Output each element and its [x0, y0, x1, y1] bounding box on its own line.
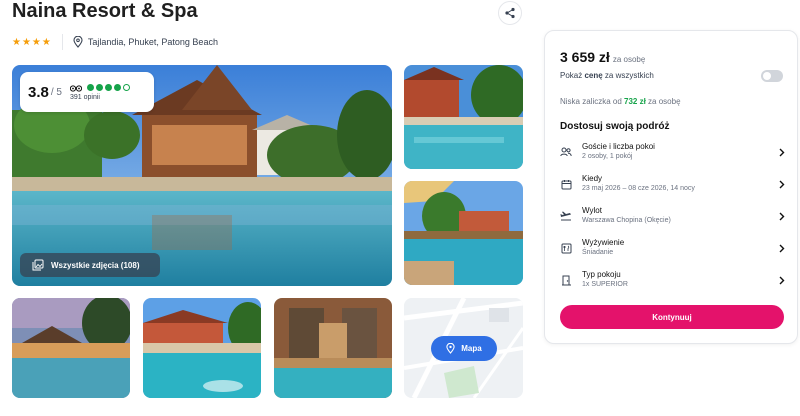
gallery-photo[interactable]	[274, 298, 392, 398]
deposit-info: Niska zaliczka od 732 zł za osobę	[560, 97, 681, 106]
option-room[interactable]: Typ pokoju 1x SUPERIOR	[559, 267, 785, 293]
option-value: 2 osoby, 1 pokój	[582, 153, 633, 160]
option-label: Wylot	[582, 206, 602, 215]
map-button[interactable]: Mapa	[431, 336, 497, 361]
option-label: Typ pokoju	[582, 270, 621, 279]
chevron-right-icon	[779, 180, 785, 189]
guests-icon	[559, 147, 573, 157]
gallery-photo[interactable]	[404, 65, 523, 169]
price-per-person: za osobę	[612, 55, 646, 64]
booking-panel: 3 659 zł za osobę Pokaż cenę za wszystki…	[544, 30, 798, 344]
option-meals[interactable]: Wyżywienie Śniadanie	[559, 235, 785, 261]
option-value: Śniadanie	[582, 249, 614, 256]
rating-scale: / 5	[50, 86, 62, 98]
rating-dots	[69, 84, 130, 92]
chevron-right-icon	[779, 276, 785, 285]
hotel-meta: ★★★★ Tajlandia, Phuket, Patong Beach	[12, 34, 218, 50]
rating-dot	[104, 84, 112, 91]
plane-icon	[559, 211, 573, 221]
option-value: 1x SUPERIOR	[582, 281, 628, 288]
price: 3 659 zł	[560, 49, 610, 65]
chevron-right-icon	[779, 148, 785, 157]
gallery-photo[interactable]	[12, 298, 130, 398]
rating-dot	[95, 84, 103, 91]
share-icon	[504, 7, 516, 19]
map-label: Mapa	[461, 344, 482, 353]
option-label: Wyżywienie	[582, 238, 625, 247]
calendar-icon	[559, 179, 573, 190]
tripadvisor-icon	[69, 84, 82, 92]
option-value: 23 maj 2026 – 08 cze 2026, 14 nocy	[582, 185, 695, 192]
rating-card[interactable]: 3.8 / 5 391 opinii	[20, 72, 154, 112]
chevron-right-icon	[779, 212, 785, 221]
hotel-title: Naina Resort & Spa	[12, 0, 198, 22]
option-departure[interactable]: Wylot Warszawa Chopina (Okęcie)	[559, 203, 785, 229]
rating-dot	[86, 84, 94, 91]
hotel-location: Tajlandia, Phuket, Patong Beach	[87, 37, 218, 47]
gallery-icon	[32, 259, 44, 271]
continue-button[interactable]: Kontynuuj	[560, 305, 784, 329]
customize-title: Dostosuj swoją podróż	[560, 121, 670, 132]
gallery-photo[interactable]	[143, 298, 261, 398]
hotel-stars: ★★★★	[12, 36, 52, 48]
rating-dot	[113, 84, 121, 91]
reviews-count[interactable]: 391 opinii	[70, 94, 130, 101]
show-total-toggle[interactable]	[761, 70, 783, 82]
all-photos-label: Wszystkie zdjęcia (108)	[51, 260, 140, 270]
gallery-photo[interactable]	[404, 181, 523, 285]
meta-divider	[61, 34, 63, 50]
option-label: Goście i liczba pokoi	[582, 142, 655, 151]
option-guests[interactable]: Goście i liczba pokoi 2 osoby, 1 pokój	[559, 139, 785, 165]
map-pin-icon	[73, 36, 83, 48]
share-button[interactable]	[498, 1, 522, 25]
chevron-right-icon	[779, 244, 785, 253]
option-dates[interactable]: Kiedy 23 maj 2026 – 08 cze 2026, 14 nocy	[559, 171, 785, 197]
option-value: Warszawa Chopina (Okęcie)	[582, 217, 671, 224]
rating-dot	[122, 84, 130, 91]
map-pin-icon	[446, 343, 455, 354]
meal-icon	[559, 243, 573, 254]
option-label: Kiedy	[582, 174, 603, 183]
toggle-knob	[763, 72, 771, 80]
door-icon	[559, 275, 573, 286]
all-photos-button[interactable]: Wszystkie zdjęcia (108)	[20, 253, 160, 277]
show-total-label: Pokaż cenę za wszystkich	[560, 71, 654, 80]
rating-score: 3.8	[28, 83, 49, 101]
